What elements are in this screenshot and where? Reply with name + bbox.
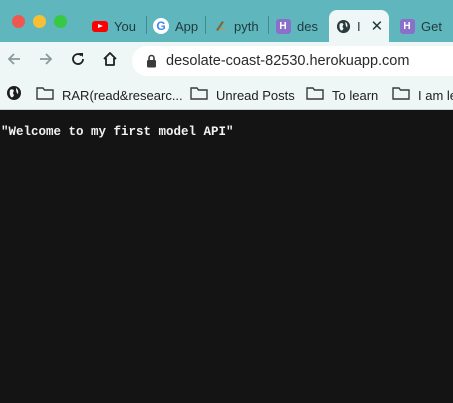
fullscreen-window-button[interactable]: [54, 15, 67, 28]
globe-icon: [6, 85, 22, 106]
lock-icon: [144, 53, 158, 69]
tab-title: pyth: [234, 18, 259, 34]
bookmark-label: Unread Posts: [216, 87, 295, 103]
home-icon: [102, 51, 118, 72]
tab-python[interactable]: pyth: [206, 10, 268, 42]
back-arrow-icon: [6, 51, 22, 72]
bookmark-folder-rar[interactable]: RAR(read&researc...: [36, 85, 183, 105]
tab-title: You: [114, 18, 136, 34]
minimize-window-button[interactable]: [33, 15, 46, 28]
forward-button[interactable]: [35, 50, 57, 72]
globe-icon: [335, 18, 351, 34]
bookmark-folder-i-am-learning[interactable]: I am le: [392, 85, 453, 105]
tab-google[interactable]: G App: [147, 10, 205, 42]
reload-button[interactable]: [67, 50, 89, 72]
tab-title: App: [175, 18, 199, 34]
bookmark-folder-unread-posts[interactable]: Unread Posts: [190, 85, 295, 105]
tab-heroku-des[interactable]: H des: [269, 10, 327, 42]
tab-title: des: [297, 18, 318, 34]
response-body-text: "Welcome to my first model API": [1, 125, 234, 139]
page-content: "Welcome to my first model API": [0, 111, 453, 403]
forward-arrow-icon: [38, 51, 54, 72]
folder-icon: [392, 86, 410, 105]
bookmark-label: RAR(read&researc...: [62, 87, 183, 103]
youtube-icon: [92, 18, 108, 34]
browser-toolbar: desolate-coast-82530.herokuapp.com: [0, 42, 453, 80]
reload-icon: [70, 51, 86, 72]
bookmark-label: I am le: [418, 87, 453, 103]
close-icon[interactable]: ✕: [371, 17, 384, 35]
address-bar[interactable]: desolate-coast-82530.herokuapp.com: [132, 46, 453, 76]
folder-icon: [190, 86, 208, 105]
tab-heroku-get[interactable]: H Get: [393, 10, 453, 42]
tab-strip: You G App pyth H des I ✕ H Get: [0, 0, 453, 42]
folder-icon: [36, 86, 54, 105]
url-text: desolate-coast-82530.herokuapp.com: [166, 53, 410, 69]
home-button[interactable]: [99, 50, 121, 72]
tab-title: I: [357, 18, 361, 34]
tab-title: Get: [421, 18, 442, 34]
tab-youtube[interactable]: You: [86, 10, 146, 42]
bookmark-folder-to-learn[interactable]: To learn: [306, 85, 378, 105]
folder-icon: [306, 86, 324, 105]
bookmarks-bar: RAR(read&researc... Unread Posts To lear…: [0, 80, 453, 110]
bookmark-apps[interactable]: [6, 85, 22, 105]
heroku-icon: H: [275, 18, 291, 34]
google-icon: G: [153, 18, 169, 34]
bookmark-label: To learn: [332, 87, 379, 103]
back-button[interactable]: [3, 50, 25, 72]
close-window-button[interactable]: [12, 15, 25, 28]
heroku-icon: H: [399, 18, 415, 34]
tab-active[interactable]: I ✕: [329, 10, 389, 42]
python-icon: [212, 18, 228, 34]
